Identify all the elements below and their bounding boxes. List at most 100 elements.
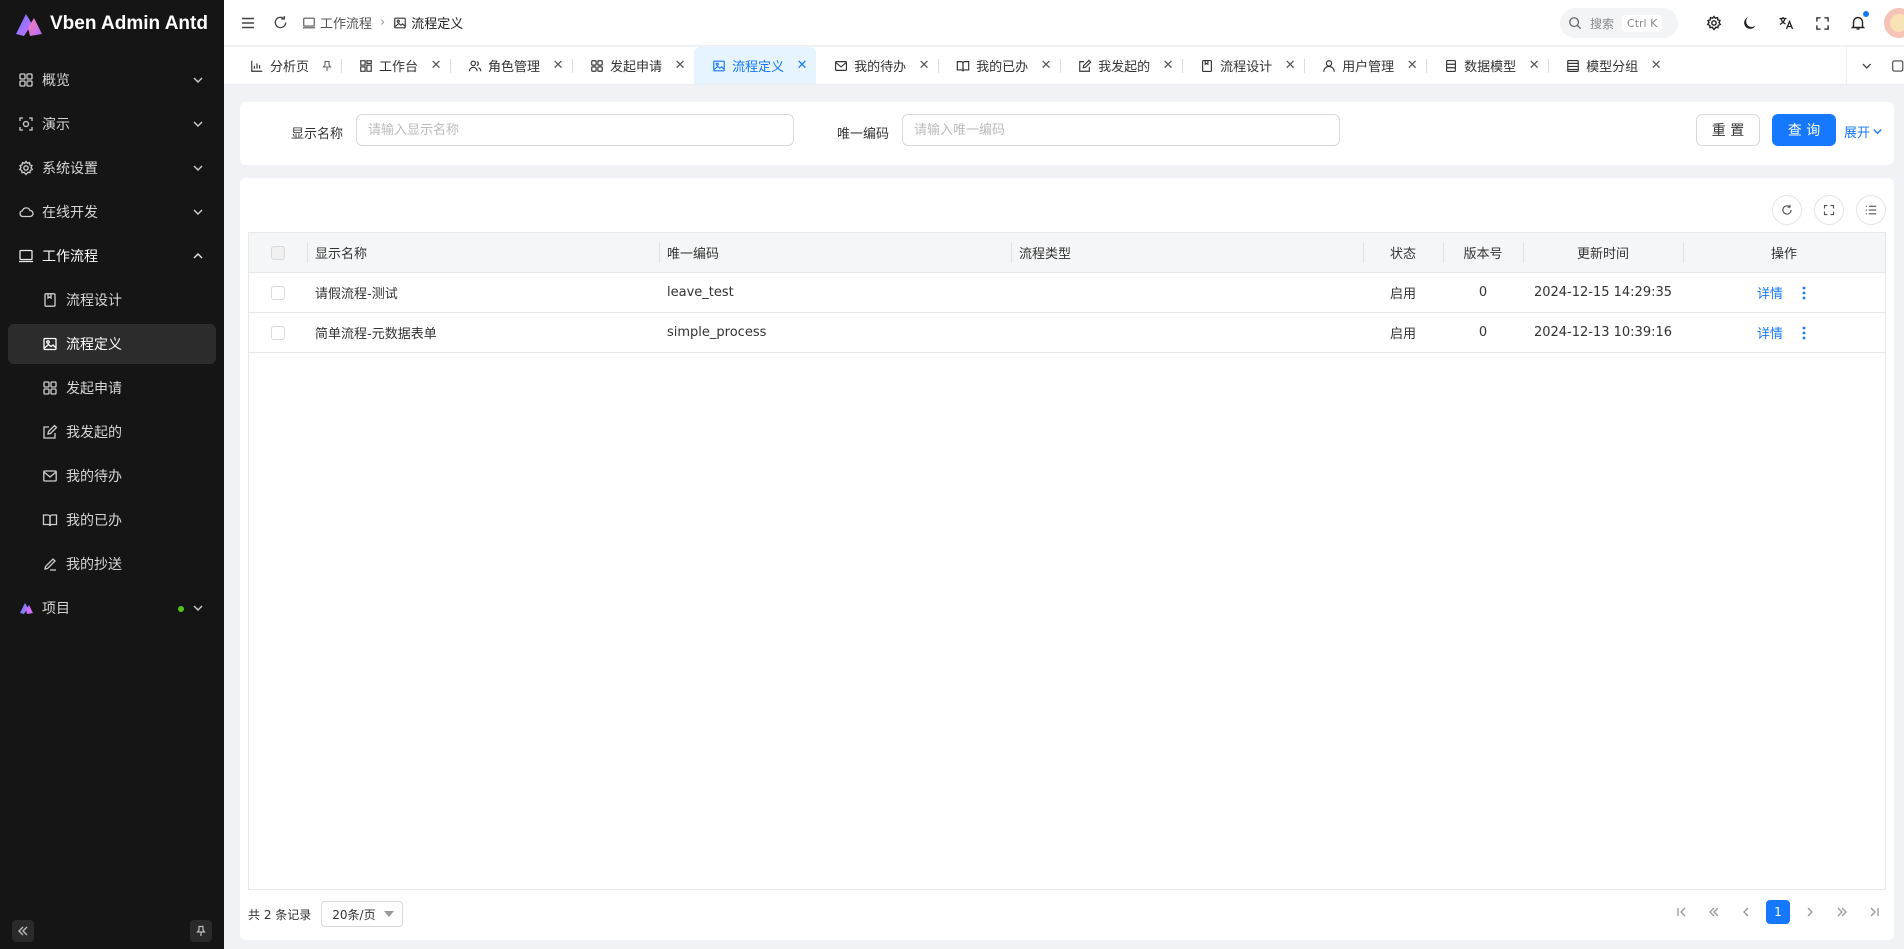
fullscreen-icon	[1823, 204, 1835, 216]
cell-updated: 2024-12-15 14:29:35	[1533, 285, 1673, 300]
close-icon[interactable]: ✕	[1040, 58, 1052, 73]
sidebar-item-project[interactable]: 项目	[8, 588, 216, 628]
prev-page-button[interactable]	[1734, 900, 1758, 924]
sidebar-item-label: 我的已办	[66, 513, 122, 529]
reset-button[interactable]: 重 置	[1696, 114, 1760, 146]
tab-process-definition[interactable]: 流程定义 ✕	[694, 47, 817, 84]
chevron-down-icon	[193, 165, 203, 171]
sidebar-item-my-todo[interactable]: 我的待办	[8, 456, 216, 496]
close-icon[interactable]: ✕	[918, 58, 930, 73]
notifications-button[interactable]	[1846, 11, 1870, 35]
tab-process-design[interactable]: 流程设计 ✕	[1182, 47, 1304, 84]
sidebar-item-label: 项目	[42, 601, 70, 617]
first-page-button[interactable]	[1670, 900, 1694, 924]
sidebar-item-my-initiated[interactable]: 我发起的	[8, 412, 216, 452]
app-logo[interactable]: Vben Admin Antd	[0, 0, 224, 48]
close-icon[interactable]: ✕	[1406, 58, 1418, 73]
row-checkbox[interactable]	[271, 285, 285, 300]
sidebar-item-demo[interactable]: 演示	[8, 104, 216, 144]
column-header-name[interactable]: 显示名称	[307, 233, 659, 272]
breadcrumb-item-process-definition[interactable]: 流程定义	[393, 13, 463, 32]
close-icon[interactable]: ✕	[1528, 58, 1540, 73]
tab-my-initiated[interactable]: 我发起的 ✕	[1060, 47, 1182, 84]
avatar-image	[1890, 14, 1904, 32]
page-button-current[interactable]: 1	[1766, 900, 1790, 924]
close-icon[interactable]: ✕	[674, 58, 686, 73]
search-button[interactable]: 搜索 Ctrl K	[1560, 8, 1678, 38]
next-group-button[interactable]	[1830, 900, 1854, 924]
sidebar-item-label: 在线开发	[42, 205, 98, 221]
sidebar-item-start-request[interactable]: 发起申请	[8, 368, 216, 408]
close-icon[interactable]: ✕	[1162, 58, 1174, 73]
tab-analytics[interactable]: 分析页	[232, 47, 341, 84]
menu-toggle-button[interactable]	[238, 13, 258, 33]
select-all-checkbox[interactable]	[271, 245, 285, 260]
table-refresh-button[interactable]	[1772, 195, 1802, 225]
refresh-button[interactable]	[270, 13, 290, 33]
preferences-button[interactable]	[1702, 11, 1726, 35]
sidebar-item-label: 系统设置	[42, 161, 98, 177]
book-icon	[956, 60, 970, 71]
prev-group-button[interactable]	[1702, 900, 1726, 924]
breadcrumb: 工作流程 › 流程定义	[302, 13, 463, 32]
tab-my-todo[interactable]: 我的待办 ✕	[816, 47, 938, 84]
column-settings-button[interactable]	[1856, 195, 1886, 225]
column-header-type[interactable]: 流程类型	[1011, 233, 1363, 272]
page-size-select[interactable]: 20条/页	[321, 901, 403, 927]
breadcrumb-item-workflow[interactable]: 工作流程	[302, 13, 372, 32]
collapse-sidebar-button[interactable]	[12, 920, 34, 942]
column-header-status[interactable]: 状态	[1363, 233, 1443, 272]
details-link[interactable]: 详情	[1757, 323, 1783, 342]
row-checkbox[interactable]	[271, 325, 285, 340]
tab-user-management[interactable]: 用户管理 ✕	[1304, 47, 1426, 84]
expand-toggle[interactable]: 展开	[1844, 122, 1883, 141]
fullscreen-button[interactable]	[1810, 11, 1834, 35]
close-icon[interactable]: ✕	[1650, 58, 1662, 73]
sidebar-item-overview[interactable]: 概览	[8, 60, 216, 100]
sidebar-item-process-definition[interactable]: 流程定义	[8, 324, 216, 364]
column-header-code[interactable]: 唯一编码	[659, 233, 1011, 272]
sidebar-item-settings[interactable]: 系统设置	[8, 148, 216, 188]
tab-workbench[interactable]: 工作台 ✕	[341, 47, 450, 84]
search-form: 显示名称 唯一编码 重 置 查 询 展开	[240, 102, 1894, 165]
code-input[interactable]	[902, 114, 1340, 146]
tab-start-request[interactable]: 发起申请 ✕	[572, 47, 694, 84]
last-page-button[interactable]	[1862, 900, 1886, 924]
expand-label: 展开	[1844, 126, 1871, 141]
next-page-button[interactable]	[1798, 900, 1822, 924]
more-actions-button[interactable]	[1797, 285, 1811, 301]
gear-icon	[18, 160, 34, 176]
tab-role-management[interactable]: 角色管理 ✕	[450, 47, 572, 84]
language-button[interactable]	[1774, 11, 1798, 35]
sidebar-item-my-done[interactable]: 我的已办	[8, 500, 216, 540]
column-header-version[interactable]: 版本号	[1443, 233, 1523, 272]
sidebar-item-workflow[interactable]: 工作流程	[8, 236, 216, 276]
tab-data-model[interactable]: 数据模型 ✕	[1426, 47, 1548, 84]
close-icon[interactable]: ✕	[552, 58, 564, 73]
query-button[interactable]: 查 询	[1772, 114, 1836, 146]
expand-icon[interactable]	[1891, 59, 1904, 73]
name-input[interactable]	[356, 114, 794, 146]
avatar[interactable]	[1884, 8, 1904, 38]
monitor-icon	[302, 17, 316, 28]
details-link[interactable]: 详情	[1757, 283, 1783, 302]
column-header-updated[interactable]: 更新时间	[1523, 233, 1683, 272]
tab-model-group[interactable]: 模型分组 ✕	[1548, 47, 1670, 84]
pin-icon[interactable]	[321, 60, 333, 72]
close-icon[interactable]: ✕	[1284, 58, 1296, 73]
more-actions-button[interactable]	[1797, 325, 1811, 341]
pin-sidebar-button[interactable]	[190, 920, 212, 942]
breadcrumb-label: 流程定义	[411, 17, 464, 32]
sidebar-item-process-design[interactable]: 流程设计	[8, 280, 216, 320]
sidebar-item-my-cc[interactable]: 我的抄送	[8, 544, 216, 584]
close-icon[interactable]: ✕	[430, 58, 442, 73]
cell-code: simple_process	[667, 325, 767, 340]
close-icon[interactable]: ✕	[796, 58, 808, 73]
table-fullscreen-button[interactable]	[1814, 195, 1844, 225]
theme-toggle-button[interactable]	[1738, 11, 1762, 35]
tabs-dropdown-button[interactable]	[1846, 47, 1904, 84]
chart-icon	[251, 60, 263, 72]
sidebar-item-online-dev[interactable]: 在线开发	[8, 192, 216, 232]
chevron-down-icon	[1862, 63, 1872, 69]
tab-my-done[interactable]: 我的已办 ✕	[938, 47, 1060, 84]
